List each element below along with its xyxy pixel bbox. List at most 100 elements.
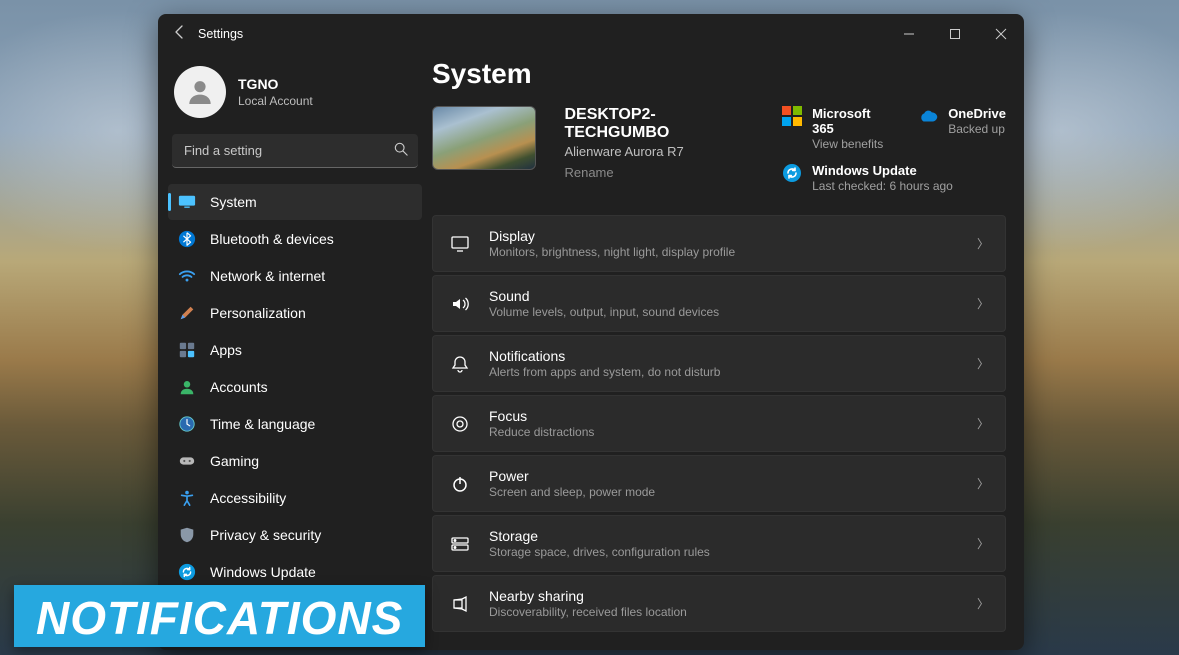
card-subtitle: Backed up	[948, 122, 1006, 136]
device-info: DESKTOP2-TECHGUMBO Alienware Aurora R7 R…	[564, 106, 754, 180]
settings-window: Settings TGNO Local Account	[158, 14, 1024, 650]
setting-title: Display	[489, 228, 959, 244]
person-icon	[184, 76, 216, 108]
app-title: Settings	[198, 27, 243, 41]
profile-name: TGNO	[238, 76, 313, 92]
accessibility-icon	[178, 489, 196, 507]
sidebar-item-bluetooth[interactable]: Bluetooth & devices	[168, 221, 422, 257]
sound-icon	[449, 293, 471, 315]
overlay-banner: Notifications	[14, 585, 425, 647]
maximize-button[interactable]	[932, 14, 978, 54]
arrow-left-icon	[172, 24, 188, 40]
power-icon	[449, 473, 471, 495]
device-header: DESKTOP2-TECHGUMBO Alienware Aurora R7 R…	[432, 106, 1006, 193]
globe-clock-icon	[178, 415, 196, 433]
setting-title: Focus	[489, 408, 959, 424]
close-button[interactable]	[978, 14, 1024, 54]
sidebar-item-network[interactable]: Network & internet	[168, 258, 422, 294]
device-model: Alienware Aurora R7	[564, 144, 754, 159]
sidebar-item-label: Windows Update	[210, 564, 316, 580]
minimize-button[interactable]	[886, 14, 932, 54]
sidebar-item-time-language[interactable]: Time & language	[168, 406, 422, 442]
card-title: OneDrive	[948, 106, 1006, 121]
settings-list: DisplayMonitors, brightness, night light…	[432, 215, 1006, 632]
title-bar: Settings	[158, 14, 1024, 54]
setting-row-display[interactable]: DisplayMonitors, brightness, night light…	[432, 215, 1006, 272]
profile-account-type: Local Account	[238, 94, 313, 108]
chevron-right-icon: 〉	[977, 355, 989, 372]
setting-row-nearby-sharing[interactable]: Nearby sharingDiscoverability, received …	[432, 575, 1006, 632]
card-subtitle: View benefits	[812, 137, 888, 151]
avatar	[174, 66, 226, 118]
card-onedrive[interactable]: OneDrive Backed up	[918, 106, 1006, 151]
setting-row-focus[interactable]: FocusReduce distractions 〉	[432, 395, 1006, 452]
card-windows-update[interactable]: Windows Update Last checked: 6 hours ago	[782, 163, 1006, 193]
setting-row-power[interactable]: PowerScreen and sleep, power mode 〉	[432, 455, 1006, 512]
sidebar-item-accessibility[interactable]: Accessibility	[168, 480, 422, 516]
sidebar-item-privacy[interactable]: Privacy & security	[168, 517, 422, 553]
onedrive-icon	[918, 106, 938, 126]
setting-row-sound[interactable]: SoundVolume levels, output, input, sound…	[432, 275, 1006, 332]
chevron-right-icon: 〉	[977, 535, 989, 552]
sidebar-item-label: Accounts	[210, 379, 268, 395]
account-icon	[178, 378, 196, 396]
sidebar-item-label: Apps	[210, 342, 242, 358]
setting-subtitle: Screen and sleep, power mode	[489, 485, 959, 499]
setting-title: Notifications	[489, 348, 959, 364]
wallpaper-preview	[432, 106, 536, 170]
card-title: Windows Update	[812, 163, 953, 178]
sidebar-item-personalization[interactable]: Personalization	[168, 295, 422, 331]
bluetooth-icon	[178, 230, 196, 248]
sidebar-item-label: Network & internet	[210, 268, 325, 284]
rename-link[interactable]: Rename	[564, 165, 754, 180]
header-cards: Microsoft 365 View benefits OneDrive Bac…	[782, 106, 1006, 193]
sidebar-item-label: Bluetooth & devices	[210, 231, 334, 247]
page-title: System	[432, 58, 1006, 90]
card-title: Microsoft 365	[812, 106, 888, 136]
setting-row-storage[interactable]: StorageStorage space, drives, configurat…	[432, 515, 1006, 572]
apps-icon	[178, 341, 196, 359]
setting-title: Sound	[489, 288, 959, 304]
setting-subtitle: Reduce distractions	[489, 425, 959, 439]
setting-subtitle: Storage space, drives, configuration rul…	[489, 545, 959, 559]
profile-block[interactable]: TGNO Local Account	[168, 54, 422, 134]
sidebar-item-label: Accessibility	[210, 490, 286, 506]
setting-row-notifications[interactable]: NotificationsAlerts from apps and system…	[432, 335, 1006, 392]
sidebar-item-system[interactable]: System	[168, 184, 422, 220]
back-button[interactable]	[172, 24, 198, 45]
wifi-icon	[178, 267, 196, 285]
search-wrap	[172, 134, 418, 168]
sidebar-item-label: Time & language	[210, 416, 315, 432]
update-icon	[178, 563, 196, 581]
setting-title: Storage	[489, 528, 959, 544]
sidebar-item-label: Gaming	[210, 453, 259, 469]
microsoft-logo-icon	[782, 106, 802, 126]
maximize-icon	[950, 29, 960, 39]
sidebar-nav: System Bluetooth & devices Network & int…	[168, 184, 422, 590]
update-icon	[782, 163, 802, 183]
setting-subtitle: Volume levels, output, input, sound devi…	[489, 305, 959, 319]
search-input[interactable]	[172, 134, 418, 168]
close-icon	[996, 29, 1006, 39]
chevron-right-icon: 〉	[977, 475, 989, 492]
setting-subtitle: Discoverability, received files location	[489, 605, 959, 619]
setting-title: Nearby sharing	[489, 588, 959, 604]
device-name: DESKTOP2-TECHGUMBO	[564, 106, 754, 142]
sidebar-item-accounts[interactable]: Accounts	[168, 369, 422, 405]
sidebar-item-label: System	[210, 194, 257, 210]
chevron-right-icon: 〉	[977, 235, 989, 252]
setting-subtitle: Monitors, brightness, night light, displ…	[489, 245, 959, 259]
storage-icon	[449, 533, 471, 555]
paintbrush-icon	[178, 304, 196, 322]
bell-icon	[449, 353, 471, 375]
sidebar-item-gaming[interactable]: Gaming	[168, 443, 422, 479]
card-microsoft-365[interactable]: Microsoft 365 View benefits	[782, 106, 888, 151]
shield-icon	[178, 526, 196, 544]
chevron-right-icon: 〉	[977, 295, 989, 312]
monitor-icon	[178, 193, 196, 211]
sidebar-item-apps[interactable]: Apps	[168, 332, 422, 368]
sidebar-item-label: Privacy & security	[210, 527, 321, 543]
setting-title: Power	[489, 468, 959, 484]
gamepad-icon	[178, 452, 196, 470]
focus-icon	[449, 413, 471, 435]
